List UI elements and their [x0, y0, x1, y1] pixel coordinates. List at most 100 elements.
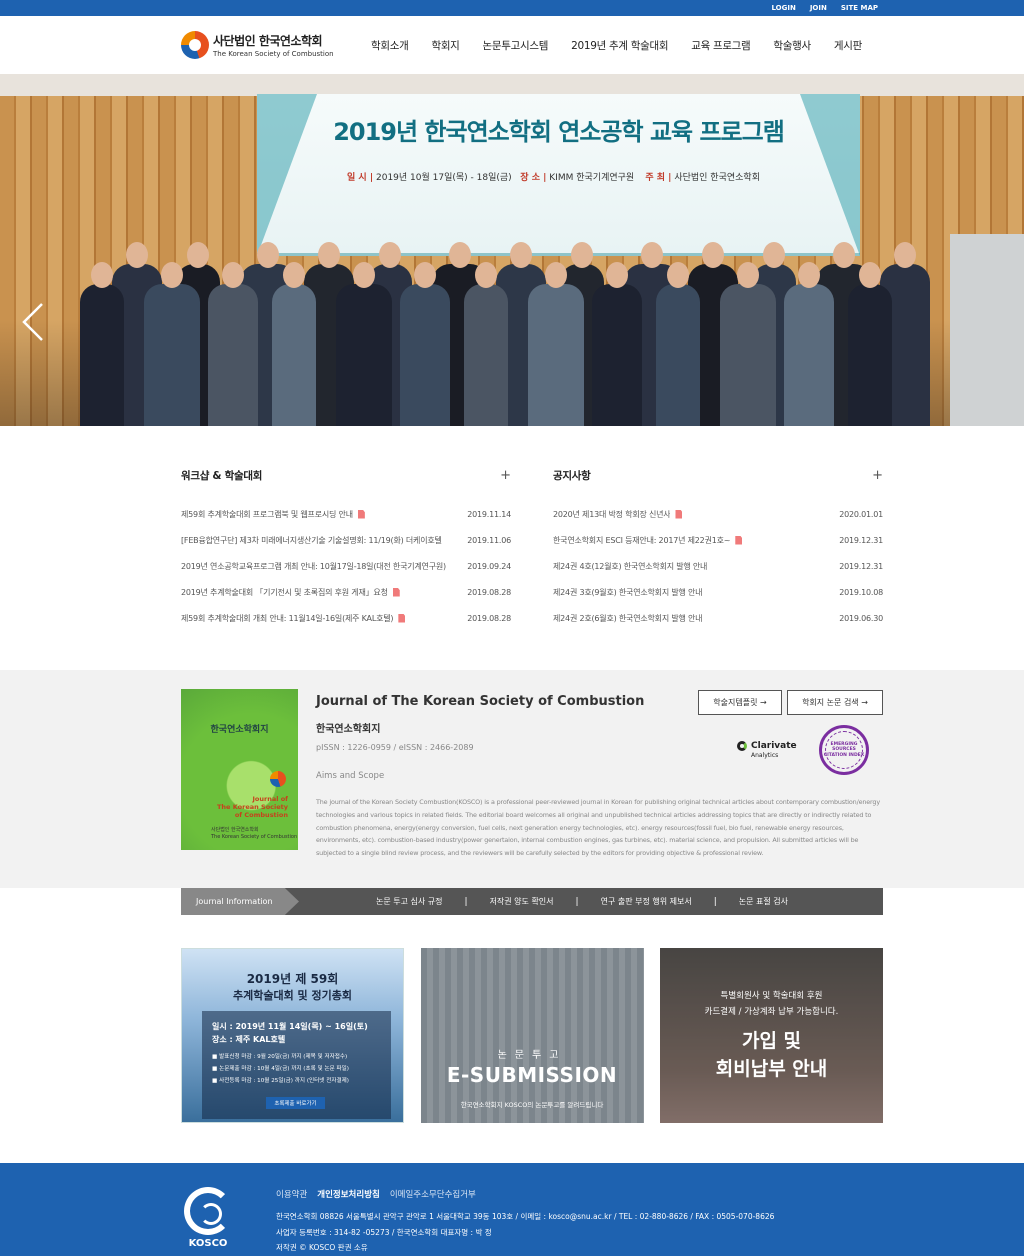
conference-card-subheading: 추계학술대회 및 정기총회	[233, 989, 352, 1002]
workshop-row-title[interactable]: 2019년 추계학술대회 「기기전시 및 초록집의 후원 게재」요청	[181, 587, 388, 598]
conference-deadline-2: ■ 논문제출 마감 : 10월 4일(금) 까지 (초록 및 논문 파일)	[212, 1066, 349, 1072]
info-link-copyright[interactable]: 저작권 양도 확인서	[490, 896, 554, 907]
e-submission-card[interactable]: 논문투고 E-SUBMISSION 한국연소학회지 KOSCO의 논문투고를 알…	[420, 948, 644, 1123]
workshop-row[interactable]: [FEB융합연구단] 제3차 미래에너지생산기술 기술설명회: 11/19(화)…	[181, 527, 511, 553]
workshop-row[interactable]: 제59회 추계학술대회 개최 안내: 11월14일-16일(제주 KAL호텔) 2…	[181, 605, 511, 631]
notice-row-date: 2019.12.31	[839, 535, 883, 545]
nav-fall-conference[interactable]: 2019년 추계 학술대회	[571, 38, 668, 53]
workshop-more-icon[interactable]: +	[500, 468, 511, 483]
nav-events[interactable]: 학술행사	[773, 38, 811, 53]
person-silhouette	[592, 284, 642, 426]
membership-title-2: 회비납부 안내	[715, 1058, 828, 1080]
main-nav: 학회소개 학회지 논문투고시스템 2019년 추계 학술대회 교육 프로그램 학…	[371, 38, 862, 53]
person-head	[318, 242, 340, 268]
nav-journal[interactable]: 학회지	[431, 38, 459, 53]
header: 사단법인 한국연소학회 The Korean Society of Combus…	[0, 16, 1024, 74]
workshop-row-date: 2019.08.28	[467, 587, 511, 597]
workshop-row-date: 2019.08.28	[467, 613, 511, 623]
workshop-row-title[interactable]: 제59회 추계학술대회 개최 안내: 11월14일-16일(제주 KAL호텔)	[181, 613, 393, 624]
e-submission-caption: 한국연소학회지 KOSCO의 논문투고를 알려드립니다	[460, 1101, 604, 1109]
logo-korean-name: 사단법인 한국연소학회	[213, 34, 323, 48]
notice-row-title[interactable]: 제24권 2호(6월호) 한국연소학회지 발행 안내	[553, 613, 702, 624]
person-head	[257, 242, 279, 268]
pdf-file-icon	[357, 509, 365, 519]
banner-place: KIMM 한국기계연구원	[549, 173, 635, 183]
pdf-file-icon	[398, 613, 406, 623]
conference-card[interactable]: 2019년 제 59회 추계학술대회 및 정기총회 일시 : 2019년 11월…	[181, 948, 404, 1123]
footer-privacy-link[interactable]: 개인정보처리방침	[317, 1188, 380, 1200]
person-head	[475, 262, 497, 288]
footer-email-policy-link[interactable]: 이메일주소무단수집거부	[390, 1188, 476, 1200]
logo-english-name: The Korean Society of Combustion	[213, 50, 334, 58]
top-utility-bar: LOGIN JOIN SITE MAP	[0, 0, 1024, 16]
site-logo[interactable]: 사단법인 한국연소학회 The Korean Society of Combus…	[181, 31, 371, 59]
person-silhouette	[208, 284, 258, 426]
journal-search-button[interactable]: 학회지 논문 검색 →	[787, 690, 883, 715]
cover-publisher: 사단법인 한국연소학회 The Korean Society of Combust…	[211, 827, 298, 840]
workshop-row-title[interactable]: [FEB융합연구단] 제3차 미래에너지생산기술 기술설명회: 11/19(화)…	[181, 535, 442, 546]
sitemap-link[interactable]: SITE MAP	[841, 4, 878, 12]
info-link-plagiarism[interactable]: 논문 표절 검사	[739, 896, 788, 907]
person-head	[379, 242, 401, 268]
abstract-submit-button[interactable]: 초록제출 바로가기	[266, 1097, 325, 1109]
notice-row[interactable]: 한국연소학회지 ESCI 등재안내: 2017년 제22권1호~ 2019.12.…	[553, 527, 883, 553]
slider-prev-arrow-icon[interactable]	[22, 302, 44, 342]
notice-row-title[interactable]: 제24권 4호(12월호) 한국연소학회지 발행 안내	[553, 561, 707, 572]
notice-more-icon[interactable]: +	[872, 468, 883, 483]
nav-submission[interactable]: 논문투고시스템	[483, 38, 549, 53]
person-silhouette	[336, 284, 392, 426]
person-head	[798, 262, 820, 288]
clarivate-mark-icon	[737, 741, 747, 751]
person-silhouette	[656, 284, 700, 426]
workshop-board-title: 워크샵 & 학술대회	[181, 469, 263, 482]
person-head	[606, 262, 628, 288]
journal-cover-image[interactable]: 한국연소학회지 Journal of The Korean Society of C…	[181, 689, 298, 850]
journal-info-bar: Journal Information 논문 투고 심사 규정 | 저작권 양도…	[181, 888, 883, 915]
kosco-logo-icon	[181, 31, 209, 59]
notice-board-title: 공지사항	[553, 469, 591, 482]
hero-ceiling	[0, 74, 1024, 96]
nav-board[interactable]: 게시판	[834, 38, 862, 53]
person-head	[91, 262, 113, 288]
journal-title: Journal of The Korean Society of Combust…	[316, 694, 645, 709]
clarivate-logo: Clarivate Analytics	[737, 733, 797, 759]
info-link-review-rules[interactable]: 논문 투고 심사 규정	[376, 896, 443, 907]
workshop-row-title[interactable]: 제59회 추계학술대회 프로그램북 및 웹프로시딩 안내	[181, 509, 353, 520]
login-link[interactable]: LOGIN	[771, 4, 795, 12]
notice-row-title[interactable]: 제24권 3호(9월호) 한국연소학회지 발행 안내	[553, 587, 702, 598]
journal-template-button[interactable]: 학술지템플릿 →	[698, 690, 782, 715]
info-link-misconduct[interactable]: 연구 출판 부정 행위 제보서	[601, 896, 692, 907]
journal-korean-title: 한국연소학회지	[316, 724, 381, 735]
journal-info-label: Journal Information	[181, 888, 299, 915]
nav-about[interactable]: 학회소개	[371, 38, 409, 53]
notice-row-title[interactable]: 2020년 제13대 박정 학회장 신년사	[553, 509, 670, 520]
notice-row-date: 2019.10.08	[839, 587, 883, 597]
conference-date: 일시 : 2019년 11월 14일(목) ~ 16일(토)	[212, 1022, 368, 1031]
person-head	[763, 242, 785, 268]
notice-row[interactable]: 제24권 3호(9월호) 한국연소학회지 발행 안내 2019.10.08	[553, 579, 883, 605]
notice-row-title[interactable]: 한국연소학회지 ESCI 등재안내: 2017년 제22권1호~	[553, 535, 730, 546]
person-head	[126, 242, 148, 268]
workshop-row[interactable]: 제59회 추계학술대회 프로그램북 및 웹프로시딩 안내 2019.11.14	[181, 501, 511, 527]
footer: KOSCO 이용약관 개인정보처리방침 이메일주소무단수집거부 한국연소학회 0…	[0, 1163, 1024, 1256]
notice-row[interactable]: 제24권 4호(12월호) 한국연소학회지 발행 안내 2019.12.31	[553, 553, 883, 579]
pdf-file-icon	[392, 587, 400, 597]
person-silhouette	[720, 284, 776, 426]
person-head	[833, 242, 855, 268]
person-head	[702, 242, 724, 268]
footer-terms-link[interactable]: 이용약관	[276, 1188, 307, 1200]
hero-banner: 2019년 한국연소학회 연소공학 교육 프로그램 일 시 | 2019년 10…	[257, 94, 860, 256]
notice-row[interactable]: 2020년 제13대 박정 학회장 신년사 2020.01.01	[553, 501, 883, 527]
workshop-row[interactable]: 2019년 연소공학교육프로그램 개최 안내: 10월17일-18일(대전 한국…	[181, 553, 511, 579]
nav-education[interactable]: 교육 프로그램	[691, 38, 751, 53]
person-silhouette	[80, 284, 124, 426]
workshop-row[interactable]: 2019년 추계학술대회 「기기전시 및 초록집의 후원 게재」요청 2019.0…	[181, 579, 511, 605]
conference-deadline-3: ■ 사전등록 마감 : 10월 25일(금) 까지 (인터넷 전자결제)	[212, 1078, 349, 1084]
promo-cards: 2019년 제 59회 추계학술대회 및 정기총회 일시 : 2019년 11월…	[181, 948, 883, 1123]
notice-row[interactable]: 제24권 2호(6월호) 한국연소학회지 발행 안내 2019.06.30	[553, 605, 883, 631]
join-link[interactable]: JOIN	[810, 4, 827, 12]
workshop-row-title[interactable]: 2019년 연소공학교육프로그램 개최 안내: 10월17일-18일(대전 한국…	[181, 561, 446, 572]
membership-card[interactable]: 특별회원사 및 학술대회 후원 카드결제 / 가상계좌 납부 가능합니다. 가입…	[660, 948, 883, 1123]
boards-section: 워크샵 & 학술대회 + 제59회 추계학술대회 프로그램북 및 웹프로시딩 안…	[181, 467, 883, 631]
notice-row-date: 2020.01.01	[839, 509, 883, 519]
